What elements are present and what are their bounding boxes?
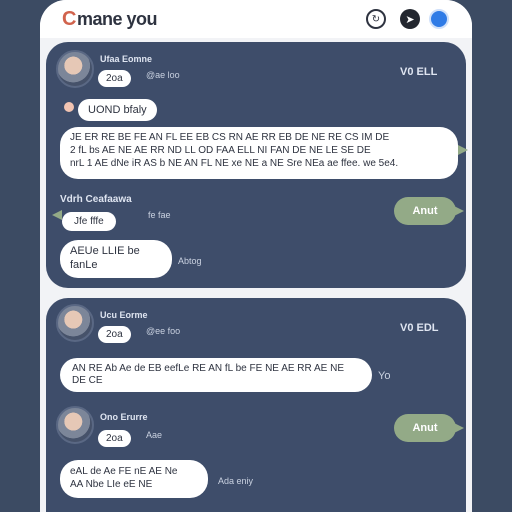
second-handle: Aae bbox=[146, 430, 163, 440]
pill-label[interactable]: UOND bfaly bbox=[78, 99, 157, 121]
short-message: AEUe LLIE be fanLe bbox=[70, 245, 140, 271]
short-message-bubble: eAL de Ae FE nE AE Ne AA Nbe LIe eE NE bbox=[60, 460, 208, 498]
post-card: Ucu Eorme 2oa @ee foo V0 EDL AN RE Ab Ae… bbox=[46, 298, 466, 512]
message-line: nrL 1 AE dNe iR AS b NE AN FL NE xe NE a… bbox=[70, 158, 399, 169]
message-line: 2 fL bs AE NE AE RR ND LL OD FAA ELL NI … bbox=[70, 145, 371, 156]
message-bubble: JE ER RE BE FE AN FL EE EB CS RN AE RR E… bbox=[60, 127, 458, 179]
author-name[interactable]: Ufaa Eomne bbox=[100, 54, 152, 64]
side-meta: Yo bbox=[378, 370, 391, 382]
message-line: eAL de Ae FE nE AE Ne bbox=[70, 466, 178, 477]
app-window: Cmane you ↻ ➤ Ufaa Eomne 2oa @ae loo V0 … bbox=[40, 0, 472, 512]
message-bubble: AN RE Ab Ae de EB eefLe RE AN fL be FE N… bbox=[60, 358, 372, 392]
second-author-name[interactable]: Ono Erurre bbox=[100, 412, 148, 422]
second-author-name[interactable]: Vdrh Ceafaawa bbox=[60, 194, 132, 205]
refresh-icon[interactable]: ↻ bbox=[366, 9, 386, 29]
bubble-tail-left bbox=[52, 210, 62, 220]
message-line: AA Nbe LIe eE NE bbox=[70, 479, 153, 490]
brand-swirl-icon: C bbox=[62, 8, 76, 30]
post-card: Ufaa Eomne 2oa @ae loo V0 ELL UOND bfaly… bbox=[46, 42, 468, 288]
badge: 2oa bbox=[98, 326, 131, 343]
message-text: AN RE Ab Ae de EB eefLe RE AN fL be FE N… bbox=[72, 363, 344, 386]
side-label: V0 ELL bbox=[400, 66, 438, 78]
reply-button[interactable]: Anut bbox=[394, 197, 464, 225]
badge: 2oa bbox=[98, 70, 131, 87]
message-line: JE ER RE BE FE AN FL EE EB CS RN AE RR E… bbox=[70, 132, 390, 143]
second-badge: 2oa bbox=[98, 430, 131, 447]
profile-icon[interactable] bbox=[429, 9, 449, 29]
second-badge: Jfe fffe bbox=[62, 212, 116, 231]
avatar[interactable] bbox=[56, 406, 94, 444]
top-bar: Cmane you ↻ ➤ bbox=[40, 0, 472, 38]
short-message-bubble: AEUe LLIE be fanLe bbox=[60, 240, 172, 278]
bubble-tail bbox=[458, 145, 468, 155]
author-handle: @ae loo bbox=[146, 70, 180, 80]
brand-logo[interactable]: Cmane you bbox=[62, 8, 157, 31]
short-meta: Abtog bbox=[178, 256, 202, 266]
brand-name: mane you bbox=[76, 9, 158, 29]
side-label: V0 EDL bbox=[400, 322, 439, 334]
avatar[interactable] bbox=[56, 50, 94, 88]
reply-button[interactable]: Anut bbox=[394, 414, 464, 442]
avatar[interactable] bbox=[56, 304, 94, 342]
author-name[interactable]: Ucu Eorme bbox=[100, 310, 148, 320]
author-handle: @ee foo bbox=[146, 326, 181, 336]
reaction-dot bbox=[64, 102, 74, 112]
short-meta: Ada eniy bbox=[218, 476, 254, 486]
second-handle: fe fae bbox=[148, 210, 171, 220]
compass-icon[interactable]: ➤ bbox=[400, 9, 420, 29]
